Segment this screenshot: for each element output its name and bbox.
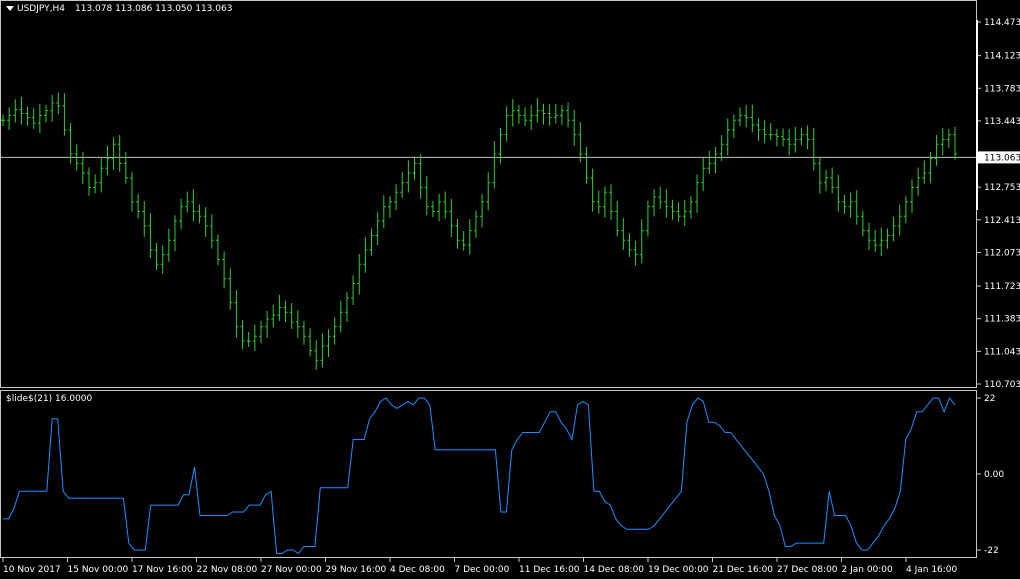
- indicator-axis-label: 22: [984, 394, 995, 404]
- time-axis-label: 17 Nov 16:00: [132, 565, 193, 575]
- symbol-label: USDJPY,H4: [17, 4, 65, 14]
- chart-window[interactable]: 114.473 114.123 113.783 113.443 113.063 112.7…: [0, 0, 1020, 579]
- price-axis-label: 113.443: [984, 117, 1020, 127]
- chevron-down-icon[interactable]: [6, 6, 14, 11]
- price-axis-label: 112.413: [984, 216, 1020, 226]
- price-axis-label: 111.383: [984, 315, 1020, 325]
- price-axis-label: 114.123: [984, 52, 1020, 62]
- price-axis-label: 110.703: [984, 380, 1020, 390]
- price-axis-label: 113.783: [984, 84, 1020, 94]
- price-axis-label: 112.753: [984, 183, 1020, 193]
- time-axis-label: 27 Dec 08:00: [777, 565, 838, 575]
- time-axis-label: 7 Dec 00:00: [455, 565, 510, 575]
- indicator-axis-label: -22: [984, 546, 999, 556]
- time-axis-label: 4 Dec 08:00: [390, 565, 445, 575]
- ohlc-values: 113.078 113.086 113.050 113.063: [75, 4, 233, 14]
- price-axis-label: 111.043: [984, 347, 1020, 357]
- indicator-line: [3, 397, 956, 555]
- time-axis-label: 29 Nov 16:00: [326, 565, 387, 575]
- indicator-axis-label: 0.00: [984, 470, 1004, 480]
- time-axis-label: 10 Nov 2017: [3, 565, 61, 575]
- time-axis-label: 14 Dec 08:00: [584, 565, 645, 575]
- current-price-tag-label: 113.063: [984, 153, 1020, 163]
- time-axis-label: 15 Nov 00:00: [68, 565, 129, 575]
- indicator-label: $lide$(21) 16.0000: [6, 394, 93, 404]
- time-axis-label: 21 Dec 16:00: [713, 565, 774, 575]
- price-axis-label: 112.073: [984, 248, 1020, 258]
- time-axis-label: 27 Nov 00:00: [261, 565, 322, 575]
- price-axis-label: 111.723: [984, 282, 1020, 292]
- price-axis-label: 114.473: [984, 18, 1020, 28]
- chart-canvas[interactable]: 114.473 114.123 113.783 113.443 113.063 112.7…: [0, 0, 1020, 579]
- time-axis-label: 19 Dec 00:00: [648, 565, 709, 575]
- time-axis-label: 2 Jan 00:00: [842, 565, 894, 575]
- time-axis-label: 4 Jan 16:00: [906, 565, 958, 575]
- time-axis-label: 22 Nov 08:00: [197, 565, 258, 575]
- time-axis-label: 11 Dec 16:00: [519, 565, 580, 575]
